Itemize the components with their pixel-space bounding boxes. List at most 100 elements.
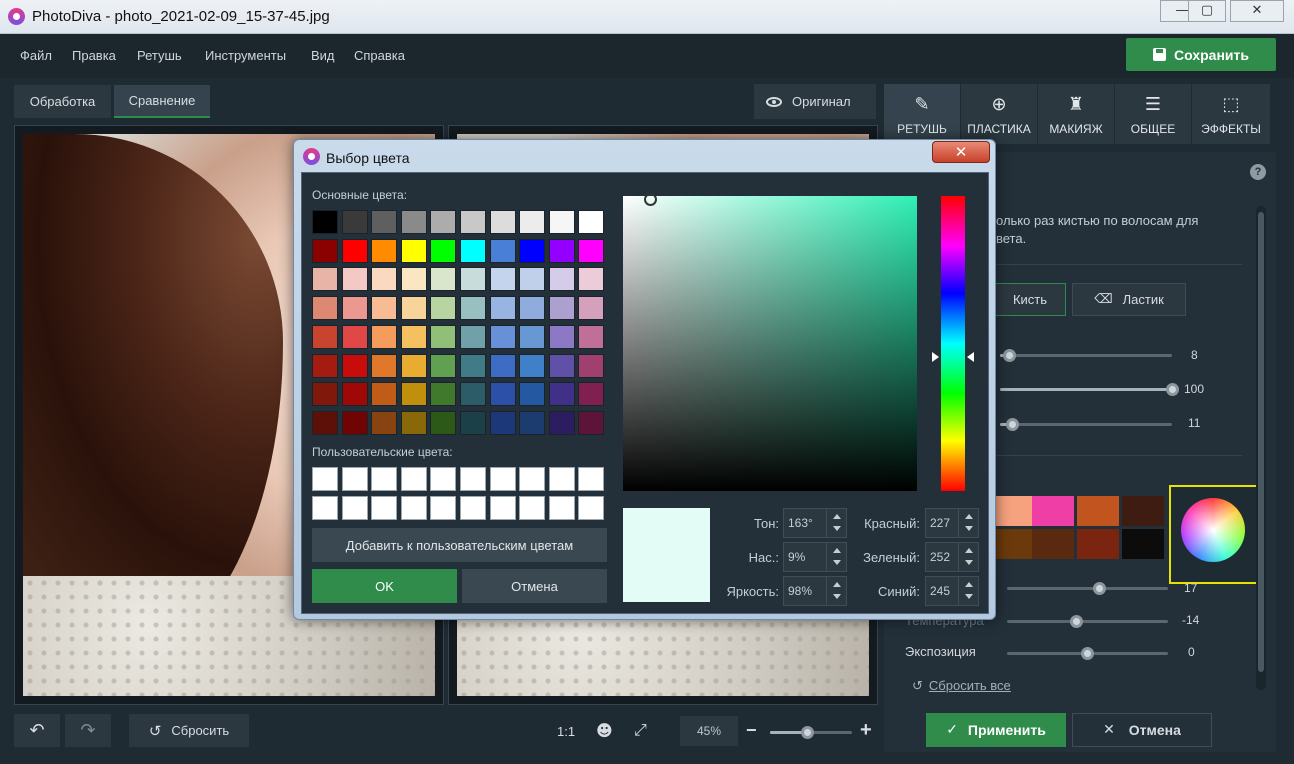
slider-knob[interactable]	[1006, 418, 1020, 431]
brush-size-slider[interactable]	[1000, 349, 1172, 362]
basic-color-cell[interactable]	[312, 296, 338, 321]
spin-buttons[interactable]	[958, 509, 978, 537]
basic-color-cell[interactable]	[312, 410, 338, 435]
zoom-value-field[interactable]: 45%	[680, 716, 738, 746]
custom-color-cell[interactable]	[548, 496, 575, 520]
color-swatch[interactable]	[994, 529, 1036, 559]
tab-processing[interactable]: Обработка	[14, 85, 111, 118]
ok-button[interactable]: OK	[312, 569, 457, 603]
face-detect-icon[interactable]: ☻	[596, 721, 613, 740]
basic-color-cell[interactable]	[489, 238, 516, 263]
basic-color-cell[interactable]	[460, 410, 486, 435]
color-swatch[interactable]	[1077, 496, 1119, 526]
basic-color-cell[interactable]	[519, 210, 546, 234]
adjust-slider-1[interactable]	[1007, 582, 1168, 595]
reset-button[interactable]: ↺ Сбросить	[129, 714, 249, 747]
basic-color-cell[interactable]	[341, 210, 368, 234]
basic-color-cell[interactable]	[578, 324, 605, 349]
basic-color-cell[interactable]	[489, 324, 516, 349]
tab-makeup[interactable]: ♜ МАКИЯЖ	[1038, 84, 1114, 144]
basic-color-cell[interactable]	[312, 382, 338, 407]
custom-color-cell[interactable]	[341, 467, 368, 491]
spin-buttons[interactable]	[826, 577, 846, 605]
zoom-slider[interactable]	[770, 726, 852, 739]
basic-color-cell[interactable]	[430, 267, 457, 292]
basic-color-cell[interactable]	[519, 324, 546, 349]
basic-color-cell[interactable]	[341, 410, 368, 435]
save-button[interactable]: Сохранить	[1126, 38, 1276, 71]
basic-color-cell[interactable]	[519, 410, 546, 435]
basic-color-cell[interactable]	[489, 382, 516, 407]
basic-color-cell[interactable]	[341, 267, 368, 292]
spin-buttons[interactable]	[826, 543, 846, 571]
brush-opacity-slider[interactable]	[1000, 383, 1179, 396]
custom-color-cell[interactable]	[312, 467, 338, 491]
custom-color-cell[interactable]	[341, 496, 368, 520]
tab-comparison[interactable]: Сравнение	[114, 85, 210, 118]
basic-color-cell[interactable]	[548, 382, 575, 407]
undo-button[interactable]: ↶	[14, 714, 60, 747]
hue-arrow-right-icon[interactable]	[967, 352, 974, 362]
basic-color-cell[interactable]	[400, 238, 427, 263]
basic-color-cell[interactable]	[371, 296, 398, 321]
basic-color-cell[interactable]	[460, 267, 486, 292]
basic-color-cell[interactable]	[460, 324, 486, 349]
color-swatch[interactable]	[1032, 496, 1074, 526]
basic-color-cell[interactable]	[548, 296, 575, 321]
cancel-button[interactable]: ✕ Отмена	[1072, 713, 1212, 747]
color-swatch[interactable]	[1077, 529, 1119, 559]
custom-color-cell[interactable]	[400, 467, 427, 491]
menu-edit[interactable]: Правка	[72, 48, 116, 63]
hue-arrow-left-icon[interactable]	[932, 352, 939, 362]
basic-color-cell[interactable]	[489, 296, 516, 321]
brush-feather-slider[interactable]	[1000, 418, 1172, 431]
apply-button[interactable]: ✓ Применить	[926, 713, 1066, 747]
basic-color-cell[interactable]	[430, 382, 457, 407]
color-swatch[interactable]	[1122, 496, 1164, 526]
spin-buttons[interactable]	[958, 543, 978, 571]
original-button[interactable]: Оригинал	[754, 84, 876, 119]
basic-color-cell[interactable]	[400, 324, 427, 349]
basic-color-cell[interactable]	[489, 267, 516, 292]
basic-color-cell[interactable]	[489, 353, 516, 378]
custom-color-cell[interactable]	[548, 467, 575, 491]
panel-scrollbar[interactable]	[1256, 206, 1266, 690]
basic-color-cell[interactable]	[578, 353, 605, 378]
basic-color-cell[interactable]	[578, 382, 605, 407]
basic-color-cell[interactable]	[430, 210, 457, 234]
custom-color-cell[interactable]	[519, 496, 546, 520]
spin-buttons[interactable]	[826, 509, 846, 537]
basic-color-cell[interactable]	[430, 296, 457, 321]
basic-color-cell[interactable]	[460, 296, 486, 321]
color-swatch[interactable]	[994, 496, 1036, 526]
basic-color-cell[interactable]	[371, 238, 398, 263]
redo-button[interactable]: ↷	[65, 714, 111, 747]
custom-color-cell[interactable]	[371, 467, 398, 491]
menu-view[interactable]: Вид	[311, 48, 335, 63]
basic-color-cell[interactable]	[371, 353, 398, 378]
basic-color-cell[interactable]	[489, 210, 516, 234]
basic-color-cell[interactable]	[371, 324, 398, 349]
basic-color-cell[interactable]	[312, 267, 338, 292]
temperature-slider[interactable]	[1007, 615, 1168, 628]
basic-color-cell[interactable]	[578, 238, 605, 263]
basic-color-cell[interactable]	[341, 324, 368, 349]
red-input[interactable]: 227	[925, 508, 979, 538]
tab-retouch[interactable]: ✎ РЕТУШЬ	[884, 84, 960, 144]
basic-color-cell[interactable]	[548, 210, 575, 234]
basic-color-cell[interactable]	[312, 324, 338, 349]
menu-file[interactable]: Файл	[20, 48, 52, 63]
slider-knob[interactable]	[1093, 582, 1106, 595]
basic-color-cell[interactable]	[519, 353, 546, 378]
basic-color-cell[interactable]	[312, 210, 338, 234]
slider-knob[interactable]	[1070, 615, 1083, 628]
custom-color-cell[interactable]	[400, 496, 427, 520]
custom-color-cell[interactable]	[371, 496, 398, 520]
menu-help[interactable]: Справка	[354, 48, 405, 63]
basic-color-cell[interactable]	[400, 296, 427, 321]
reset-all-link[interactable]: ↺ Сбросить все	[912, 678, 1011, 694]
basic-color-cell[interactable]	[312, 238, 338, 263]
basic-color-cell[interactable]	[341, 238, 368, 263]
green-input[interactable]: 252	[925, 542, 979, 572]
saturation-brightness-field[interactable]	[623, 193, 917, 491]
